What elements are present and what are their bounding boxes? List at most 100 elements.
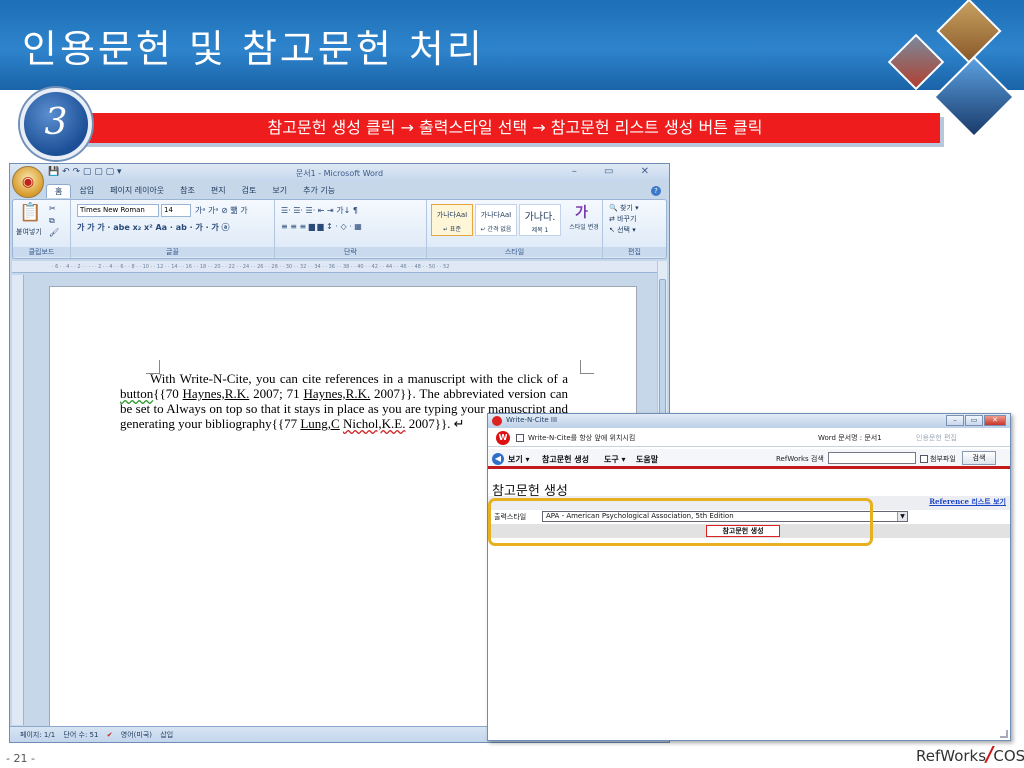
write-n-cite-window: Write-N-Cite III – ▭ ✕ W Write-N-Cite를 항…	[487, 413, 1011, 741]
replace-button[interactable]: ⇄ 바꾸기	[609, 214, 636, 224]
ribbon-group-label: 글꼴	[71, 247, 274, 257]
always-on-top-checkbox[interactable]	[516, 434, 524, 442]
status-page[interactable]: 페이지: 1/1	[20, 731, 55, 739]
search-button[interactable]: 검색	[962, 451, 996, 465]
word-titlebar: 💾 ↶ ↷ ▢ ▢ ▢ ▾ 문서1 - Microsoft Word – ▭ ✕	[10, 164, 669, 182]
chevron-down-icon[interactable]: ▼	[897, 512, 907, 521]
back-icon[interactable]: ◀	[492, 453, 504, 465]
citation-author: Lung,C	[300, 416, 340, 431]
style-heading-1[interactable]: 가나다. 제목 1	[519, 204, 561, 236]
style-normal[interactable]: 가나다AaI ↵ 표준	[431, 204, 473, 236]
tab-mailings[interactable]: 편지	[203, 184, 234, 198]
close-button[interactable]: ✕	[984, 415, 1006, 426]
resize-grip-icon[interactable]	[1000, 730, 1008, 738]
change-styles-label[interactable]: 스타일 변경	[567, 222, 601, 231]
select-button[interactable]: ↖ 선택 ▾	[609, 225, 636, 235]
text-run: With Write-N-Cite, you can cite referenc…	[150, 371, 568, 386]
menu-view[interactable]: 보기 ▾	[508, 454, 530, 465]
minimize-button[interactable]: –	[946, 415, 964, 426]
ribbon-group-clipboard: 📋 붙여넣기 ✂ ⧉ 🖌 클립보드	[13, 200, 71, 258]
decorative-photo-tile	[936, 0, 1002, 64]
refworks-cos-logo: RefWorks/COS	[916, 742, 1024, 766]
wnc-window-controls: – ▭ ✕	[946, 415, 1006, 426]
replace-label: 바꾸기	[617, 215, 637, 223]
tab-home[interactable]: 홈	[46, 184, 72, 198]
attachments-checkbox[interactable]	[920, 455, 928, 463]
help-icon[interactable]: ?	[651, 186, 661, 196]
select-label: 선택	[617, 226, 630, 234]
alignment-icons[interactable]: ≡ ≡ ≡ ▆ ▆ ↕ · ◇ · ▦	[281, 222, 362, 231]
copy-icon[interactable]: ⧉	[49, 216, 55, 226]
crop-mark	[580, 360, 594, 374]
wnc-window-title: Write-N-Cite III	[506, 416, 558, 424]
citation-author: Haynes,R.K.	[303, 386, 371, 401]
view-reference-list-link[interactable]: Reference 리스트 보기	[929, 497, 1006, 507]
slide-page-number: - 21 -	[6, 752, 35, 765]
logo-left: RefWorks	[916, 747, 987, 765]
tab-references[interactable]: 참조	[172, 184, 203, 198]
text-run: button	[120, 386, 154, 401]
ribbon-group-label: 클립보드	[13, 247, 70, 257]
text-run: 2007}}. ↵	[405, 416, 465, 431]
menu-create-bibliography[interactable]: 참고문헌 생성	[542, 454, 589, 465]
change-styles-icon[interactable]: 가	[575, 202, 588, 222]
status-language[interactable]: 영어(미국)	[121, 731, 152, 739]
paste-label[interactable]: 붙여넣기	[16, 227, 42, 237]
word-window-controls[interactable]: – ▭ ✕	[572, 166, 661, 177]
style-preview: 가나다AaI	[436, 211, 468, 219]
ribbon-group-styles: 가나다AaI ↵ 표준 가나다AaI ↵ 간격 없음 가나다. 제목 1 가 스…	[427, 200, 603, 258]
tab-review[interactable]: 검토	[234, 184, 265, 198]
text-run: 2007; 71	[249, 386, 304, 401]
cut-icon[interactable]: ✂	[49, 204, 56, 213]
refworks-search-label: RefWorks 검색	[776, 455, 824, 463]
citation-author: Nichol,K.E.	[342, 416, 406, 431]
office-button[interactable]: ◉	[12, 166, 44, 198]
style-preview: 가나다AaI	[480, 211, 512, 219]
font-grow-shrink-icon[interactable]: 가ᵃ 가ᵃ ⊘ 뺆 가	[195, 205, 248, 216]
style-no-spacing[interactable]: 가나다AaI ↵ 간격 없음	[475, 204, 517, 236]
tab-page-layout[interactable]: 페이지 레이아웃	[102, 184, 172, 198]
tab-add-ins[interactable]: 추가 기능	[295, 184, 343, 198]
refworks-logo-icon[interactable]: W	[496, 431, 510, 445]
find-button[interactable]: 🔍 찾기 ▾	[609, 203, 639, 213]
tab-insert[interactable]: 삽입	[71, 184, 102, 198]
citation-author: Haynes,R.K.	[182, 386, 250, 401]
ribbon-group-font: Times New Roman 14 가ᵃ 가ᵃ ⊘ 뺆 가 가 가 가 · a…	[71, 200, 275, 258]
paste-icon[interactable]: 📋	[19, 202, 41, 223]
menu-tools[interactable]: 도구 ▾	[604, 454, 626, 465]
step-instruction-banner: 참고문헌 생성 클릭 → 출력스타일 선택 → 참고문헌 리스트 생성 버튼 클…	[70, 113, 940, 143]
slide-title: 인용문헌 및 참고문헌 처리	[22, 27, 485, 71]
status-insert-mode[interactable]: 삽입	[160, 731, 173, 739]
font-format-icons[interactable]: 가 가 가 · abe x₂ x² Aa · ab · 가 · 가 ⓐ	[77, 222, 230, 233]
list-icons[interactable]: ☰· ☰· ☰· ⇤ ⇥ 가↓ ¶	[281, 205, 358, 216]
find-label: 찾기	[619, 204, 633, 212]
slide-header: 인용문헌 및 참고문헌 처리	[0, 0, 1024, 91]
style-label: ↵ 간격 없음	[480, 226, 512, 233]
ribbon-group-label: 편집	[603, 247, 666, 257]
style-label: ↵ 표준	[443, 226, 461, 233]
status-word-count[interactable]: 단어 수: 51	[63, 731, 98, 739]
always-on-top-label[interactable]: Write-N-Cite를 항상 앞에 위치시킴	[528, 433, 635, 443]
horizontal-ruler[interactable]: · 6 · · 4 · · 2 · · · · · 2 · · 4 · · 6 …	[12, 261, 657, 273]
ribbon-group-label: 스타일	[427, 247, 602, 257]
font-name-select[interactable]: Times New Roman	[77, 204, 159, 217]
logo-right: COS	[993, 747, 1024, 765]
refworks-search-input[interactable]	[828, 452, 916, 464]
text-run: {{70	[153, 386, 183, 401]
edit-citation-link[interactable]: 인용문헌 편집	[916, 433, 957, 443]
app-icon	[492, 416, 502, 426]
attachments-label[interactable]: 첨부파일	[930, 454, 956, 464]
tab-view[interactable]: 보기	[264, 184, 295, 198]
step-number-badge: 3	[20, 88, 92, 160]
menu-help[interactable]: 도움말	[636, 454, 658, 465]
maximize-button[interactable]: ▭	[965, 415, 983, 426]
spell-check-icon[interactable]: ✔	[107, 731, 113, 739]
ribbon-group-label: 단락	[275, 247, 426, 257]
ribbon-tabs: 홈 삽입 페이지 레이아웃 참조 편지 검토 보기 추가 기능	[46, 184, 343, 198]
style-label: 제목 1	[531, 227, 549, 234]
format-painter-icon[interactable]: 🖌	[49, 228, 59, 237]
ribbon-group-editing: 🔍 찾기 ▾ ⇄ 바꾸기 ↖ 선택 ▾ 편집	[603, 200, 666, 258]
word-window-title: 문서1 - Microsoft Word	[295, 169, 384, 178]
callout-highlight-box	[488, 498, 873, 546]
font-size-select[interactable]: 14	[161, 204, 191, 217]
